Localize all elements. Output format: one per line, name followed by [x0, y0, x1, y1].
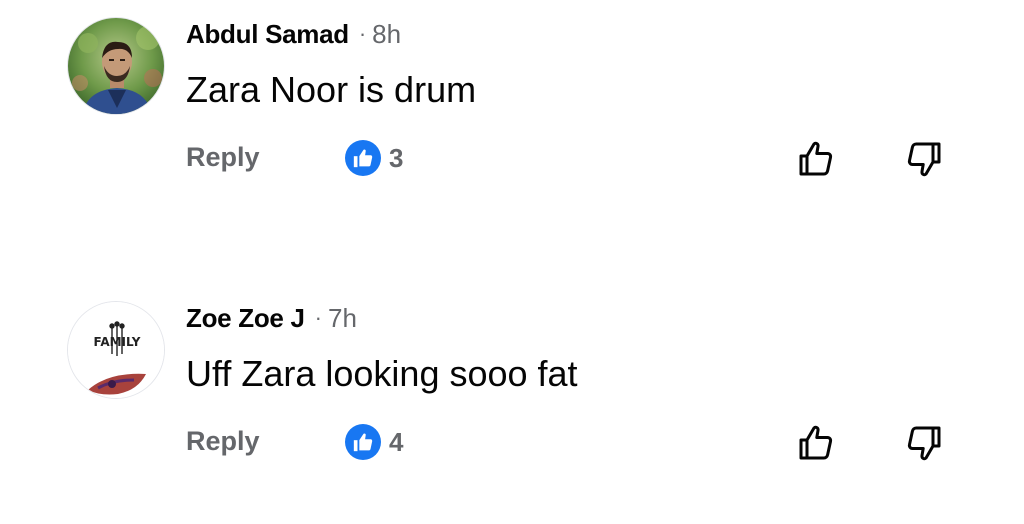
author-name[interactable]: Zoe Zoe J [186, 303, 305, 334]
comment-text: Zara Noor is drum [186, 69, 477, 110]
like-icon [345, 424, 381, 460]
comment-text: Uff Zara looking sooo fat [186, 353, 578, 394]
comment-header: Abdul Samad · 8h [186, 17, 401, 51]
logo-text: FAMILY [94, 335, 141, 349]
reaction-summary[interactable]: 4 [345, 424, 403, 460]
downvote-button[interactable] [903, 422, 945, 464]
family-logo-icon: FAMILY [68, 302, 164, 398]
separator: · [358, 21, 367, 46]
upvote-button[interactable] [795, 422, 837, 464]
profile-photo-icon [68, 18, 164, 114]
upvote-button[interactable] [795, 138, 837, 180]
thumbs-down-icon [907, 426, 941, 461]
comment-header: Zoe Zoe J · 7h [186, 301, 357, 335]
timestamp[interactable]: 7h [328, 303, 357, 334]
thumbs-down-icon [907, 142, 941, 177]
avatar[interactable]: FAMILY [67, 301, 165, 399]
avatar[interactable] [67, 17, 165, 115]
downvote-button[interactable] [903, 138, 945, 180]
separator: · [314, 305, 322, 330]
author-name[interactable]: Abdul Samad [186, 19, 349, 50]
comment-item: Abdul Samad · 8h Zara Noor is drum Reply… [0, 0, 1024, 240]
timestamp[interactable]: 8h [372, 19, 401, 50]
reaction-count: 4 [389, 426, 404, 457]
thumbs-up-icon [799, 141, 833, 176]
reaction-count: 3 [389, 142, 404, 173]
reply-button[interactable]: Reply [186, 425, 260, 457]
reaction-summary[interactable]: 3 [345, 140, 403, 176]
thumbs-up-icon [799, 425, 833, 460]
reply-button[interactable]: Reply [186, 141, 260, 173]
like-icon [345, 140, 381, 176]
comment-item: FAMILY Zoe Zoe J · 7h Uff Zara looking s… [0, 284, 1024, 524]
